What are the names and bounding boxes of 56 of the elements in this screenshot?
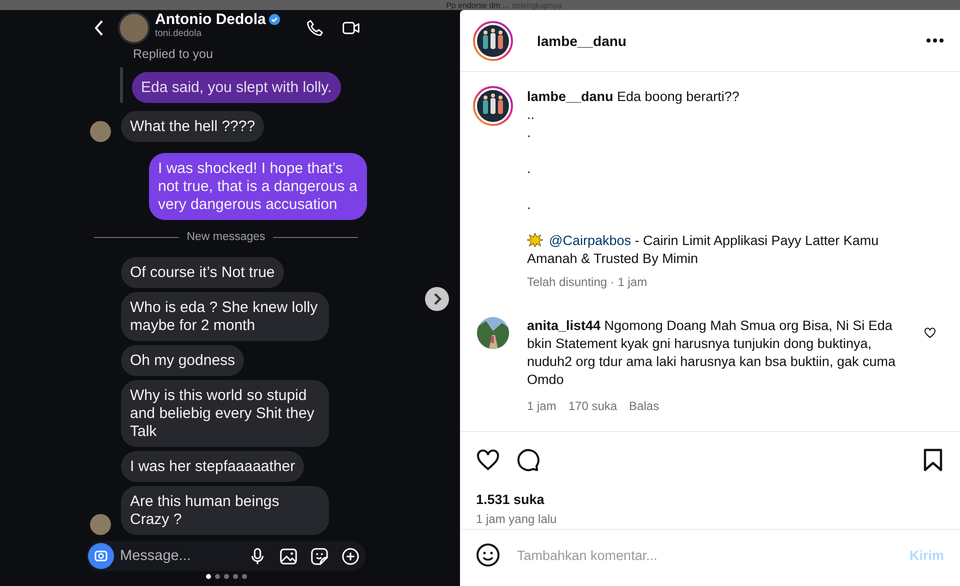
message-bubble: Are this human beings Crazy ?: [121, 486, 329, 535]
message-field[interactable]: Message...: [120, 548, 240, 564]
username-link[interactable]: lambe__danu: [527, 89, 614, 104]
carousel-dot[interactable]: [206, 574, 210, 579]
carousel-dot[interactable]: [214, 574, 220, 579]
reply-bar: [120, 67, 123, 103]
caption-text: lambe__danu Eda boong berarti??: [527, 88, 740, 106]
message-bubble: What the hell ????: [121, 111, 264, 142]
username-link[interactable]: lambe__danu: [537, 32, 626, 48]
carousel-dot[interactable]: [242, 574, 246, 579]
message-bubble: Why is this world so stupid and beliebig every Shit they Talk: [121, 380, 329, 447]
message-bubble: I was her stepfaaaaather: [121, 451, 304, 482]
contact-name: Antonio Dedola: [155, 10, 266, 28]
carousel-dot[interactable]: [224, 574, 228, 579]
message-composer[interactable]: Message...: [86, 541, 366, 571]
username-link[interactable]: anita_list44: [527, 318, 601, 333]
caption-line: .: [527, 196, 532, 214]
comment-icon[interactable]: [516, 448, 540, 472]
avatar[interactable]: [473, 86, 513, 126]
plus-icon[interactable]: [341, 546, 360, 566]
message-bubble: I was shocked! I hope that’s not true, that is a dangerous a very dangerous accusation: [149, 153, 367, 220]
caption-line: .: [527, 124, 532, 142]
post-time: 1 jam yang lalu: [460, 509, 960, 530]
reply-label: Replied to you: [133, 47, 214, 61]
emoji-icon[interactable]: [476, 543, 500, 567]
bookmark-icon[interactable]: [922, 448, 944, 472]
back-icon[interactable]: [94, 20, 104, 36]
image-icon[interactable]: [279, 546, 298, 566]
likes-count[interactable]: 1.531 suka: [460, 475, 960, 509]
comment-time: 1 jam: [527, 399, 556, 413]
reply-link[interactable]: Balas: [629, 399, 660, 413]
message-bubble: Oh my godness: [121, 345, 244, 376]
next-button[interactable]: [425, 287, 449, 311]
avatar[interactable]: [477, 317, 509, 349]
phone-icon[interactable]: [306, 18, 324, 36]
divider-label: New messages: [186, 231, 266, 243]
caption-meta: Telah disunting · 1 jam: [527, 274, 648, 291]
quoted-message: Eda said, you slept with lolly.: [132, 72, 341, 103]
heart-icon[interactable]: [476, 448, 500, 472]
message-bubble: Of course it’s Not true: [121, 257, 284, 288]
more-icon[interactable]: [926, 38, 944, 43]
caption-line: ..: [527, 106, 536, 124]
avatar[interactable]: [473, 20, 513, 60]
message-bubble: Who is eda ? She knew lolly maybe for 2 month: [121, 292, 329, 341]
caption-text: Pp endorse dm ...: [446, 1, 510, 10]
burst-icon: [527, 233, 543, 247]
caption-line: .: [527, 160, 532, 178]
contact-handle: toni.dedola: [155, 28, 202, 38]
mention-link[interactable]: @Cairpakbos: [549, 233, 631, 248]
promo-text: @Cairpakbos - Cairin Limit Applikasi Payy Latter Kamu Amanah & Trusted By Mimin: [527, 232, 880, 268]
camera-icon[interactable]: [88, 543, 114, 569]
heart-icon[interactable]: [924, 327, 936, 339]
likes-link[interactable]: 170 suka: [568, 399, 618, 413]
comment-text: anita_list44 Ngomong Doang Mah Smua org Bisa, Ni Si Eda bkin Statement kyak gni harusnya tunjukin dong buktinya, nuduh2 org tdur ama laki harusnya kan bsa buktiin, gak cuma Omdo: [527, 317, 896, 389]
carousel-dot[interactable]: [232, 574, 238, 579]
sticker-icon[interactable]: [310, 546, 329, 566]
